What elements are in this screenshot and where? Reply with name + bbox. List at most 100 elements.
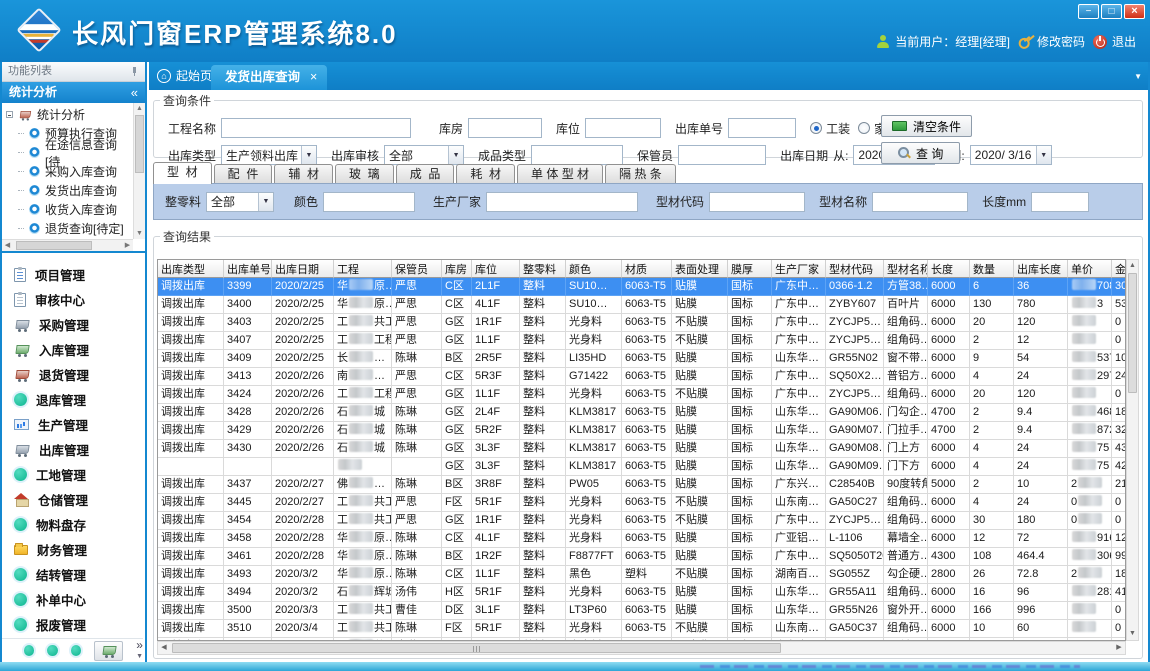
collapse-icon[interactable]: « — [131, 82, 138, 103]
profile-code-input[interactable] — [709, 192, 805, 212]
sidebar-item-采购管理[interactable]: 采购管理 — [2, 312, 145, 337]
scroll-down-icon[interactable]: ▼ — [134, 228, 145, 239]
column-header[interactable]: 出库类型 — [158, 260, 224, 278]
radio-work-outfit[interactable]: 工装 — [810, 120, 850, 137]
column-header[interactable]: 材质 — [622, 260, 672, 278]
column-header[interactable]: 表面处理 — [672, 260, 728, 278]
table-row[interactable]: 调拨出库34612020/2/28华原…陈琳B区1R2F整料F8877FT606… — [158, 548, 1126, 566]
sidebar-item-退货管理[interactable]: 退货管理 — [2, 362, 145, 387]
scroll-up-icon[interactable]: ▲ — [134, 103, 145, 114]
clear-conditions-button[interactable]: 清空条件 — [881, 115, 972, 137]
column-header[interactable]: 金额 — [1112, 260, 1126, 278]
scroll-thumb[interactable] — [1128, 273, 1137, 393]
column-header[interactable]: 工程 — [334, 260, 392, 278]
whole-piece-select[interactable]: 全部 ▼ — [206, 192, 274, 212]
column-header[interactable]: 库房 — [442, 260, 472, 278]
table-row[interactable]: 调拨出库34002020/2/25华原…严思C区4L1F整料SU10…6063-… — [158, 296, 1126, 314]
table-row[interactable]: 调拨出库34282020/2/26石城陈琳G区2L4F整料KLM38176063… — [158, 404, 1126, 422]
tab-home[interactable]: ⌂ 起始页 — [157, 67, 212, 84]
scroll-right-icon[interactable]: ▶ — [1113, 642, 1125, 654]
tree-vertical-scrollbar[interactable]: ▲ ▼ — [133, 103, 145, 239]
column-header[interactable]: 数量 — [970, 260, 1014, 278]
sidebar-item-生产管理[interactable]: 生产管理 — [2, 412, 145, 437]
profile-name-input[interactable] — [872, 192, 968, 212]
change-password-button[interactable]: 修改密码 — [1018, 33, 1085, 50]
column-header[interactable]: 型材名称 — [884, 260, 928, 278]
material-tab[interactable]: 玻 璃 — [335, 164, 394, 184]
column-header[interactable]: 型材代码 — [826, 260, 884, 278]
column-header[interactable]: 库位 — [472, 260, 520, 278]
sidebar-item-物料盘存[interactable]: 物料盘存 — [2, 512, 145, 537]
module-dot-icon[interactable] — [47, 645, 57, 656]
table-row[interactable]: 调拨出库34092020/2/25长…陈琳B区2R5F整料LI35HD6063-… — [158, 350, 1126, 368]
logout-button[interactable]: 退出 — [1093, 33, 1136, 50]
table-row[interactable]: 调拨出库34372020/2/27佛…陈琳B区3R8F整料PW056063-T5… — [158, 476, 1126, 494]
length-input[interactable] — [1031, 192, 1089, 212]
column-header[interactable]: 出库日期 — [272, 260, 334, 278]
table-row[interactable]: 调拨出库34302020/2/26石城陈琳G区3L3F整料KLM38176063… — [158, 440, 1126, 458]
date-to-picker[interactable]: 2020/ 3/16 ▼ — [970, 145, 1052, 165]
order-no-input[interactable] — [728, 118, 796, 138]
scroll-left-icon[interactable]: ◀ — [158, 642, 170, 654]
scroll-left-icon[interactable]: ◀ — [2, 240, 13, 251]
tree-root[interactable]: 统计分析 — [4, 105, 132, 124]
material-tab[interactable]: 耗 材 — [456, 164, 515, 184]
sidebar-item-仓储管理[interactable]: 仓储管理 — [2, 487, 145, 512]
table-row[interactable]: 调拨出库34072020/2/25工工程严思G区1L1F整料光身料6063-T5… — [158, 332, 1126, 350]
sidebar-item-退库管理[interactable]: 退库管理 — [2, 387, 145, 412]
material-tab[interactable]: 单 体 型 材 — [517, 164, 603, 184]
module-dot-icon[interactable] — [71, 645, 81, 656]
tree-item[interactable]: 发货出库查询 — [4, 181, 132, 200]
material-tab[interactable]: 隔 热 条 — [605, 164, 676, 184]
table-row[interactable]: 调拨出库34452020/2/27工共工程严思F区5R1F整料光身料6063-T… — [158, 494, 1126, 512]
table-horizontal-scrollbar[interactable]: ◀ ▶ — [157, 641, 1126, 655]
material-tab[interactable]: 成 品 — [396, 164, 455, 184]
scroll-thumb[interactable] — [135, 115, 144, 173]
material-tab[interactable]: 型 材 — [153, 162, 212, 184]
column-header[interactable]: 单价 — [1068, 260, 1112, 278]
material-tab[interactable]: 配 件 — [214, 164, 273, 184]
sidebar-overflow-chevron[interactable]: »▼ — [136, 641, 143, 661]
module-dot-icon[interactable] — [24, 645, 34, 656]
sidebar-item-财务管理[interactable]: 财务管理 — [2, 537, 145, 562]
table-row[interactable]: 调拨出库34582020/2/28华原…陈琳C区4L1F整料光身料6063-T5… — [158, 530, 1126, 548]
tab-close-icon[interactable]: × — [310, 65, 317, 90]
location-input[interactable] — [585, 118, 661, 138]
tree-expander-icon[interactable] — [6, 111, 13, 118]
color-input[interactable] — [323, 192, 415, 212]
pin-icon[interactable] — [130, 67, 139, 76]
table-row[interactable]: 调拨出库35102020/3/4工共工程陈琳F区5R1F整料光身料6063-T5… — [158, 620, 1126, 638]
scroll-thumb[interactable] — [172, 643, 781, 653]
tab-overflow-icon[interactable]: ▼ — [1134, 72, 1142, 81]
tab-shipment-query[interactable]: 发货出库查询 × — [211, 65, 327, 90]
sidebar-item-工地管理[interactable]: 工地管理 — [2, 462, 145, 487]
sidebar-item-结转管理[interactable]: 结转管理 — [2, 562, 145, 587]
table-row[interactable]: 调拨出库34932020/3/2华原…陈琳C区1L1F整料黑色塑料不贴膜国标湖南… — [158, 566, 1126, 584]
close-button[interactable]: × — [1124, 4, 1145, 19]
table-row[interactable]: 调拨出库34032020/2/25工共工程严思G区1R1F整料光身料6063-T… — [158, 314, 1126, 332]
sidebar-item-报废管理[interactable]: 报废管理 — [2, 612, 145, 637]
table-row[interactable]: 调拨出库34242020/2/26工工程严思G区1L1F整料光身料6063-T5… — [158, 386, 1126, 404]
scroll-thumb[interactable] — [16, 241, 92, 250]
manufacturer-input[interactable] — [486, 192, 638, 212]
column-header[interactable]: 生产厂家 — [772, 260, 826, 278]
column-header[interactable]: 颜色 — [566, 260, 622, 278]
tree-item[interactable]: 在途信息查询[待 — [4, 143, 132, 162]
table-row[interactable]: 调拨出库34132020/2/26南…严思C区5R3F整料G714226063-… — [158, 368, 1126, 386]
tree-item[interactable]: 退货查询[待定] — [4, 219, 132, 238]
keeper-input[interactable] — [678, 145, 766, 165]
minimize-button[interactable]: − — [1078, 4, 1099, 19]
module-cart-button[interactable] — [94, 641, 123, 661]
column-header[interactable]: 长度 — [928, 260, 970, 278]
maximize-button[interactable]: □ — [1101, 4, 1122, 19]
project-name-input[interactable] — [221, 118, 411, 138]
sidebar-item-入库管理[interactable]: 入库管理 — [2, 337, 145, 362]
table-row[interactable]: 调拨出库34292020/2/26石城陈琳G区5R2F整料KLM38176063… — [158, 422, 1126, 440]
sidebar-item-补单中心[interactable]: 补单中心 — [2, 587, 145, 612]
scroll-up-icon[interactable]: ▲ — [1127, 260, 1138, 272]
table-row[interactable]: 调拨出库34942020/3/2石辉城汤伟H区5R1F整料光身料6063-T5贴… — [158, 584, 1126, 602]
scroll-down-icon[interactable]: ▼ — [1127, 628, 1138, 640]
search-button[interactable]: 查 询 — [881, 142, 960, 164]
tree-item[interactable]: 收货入库查询 — [4, 200, 132, 219]
warehouse-input[interactable] — [468, 118, 542, 138]
